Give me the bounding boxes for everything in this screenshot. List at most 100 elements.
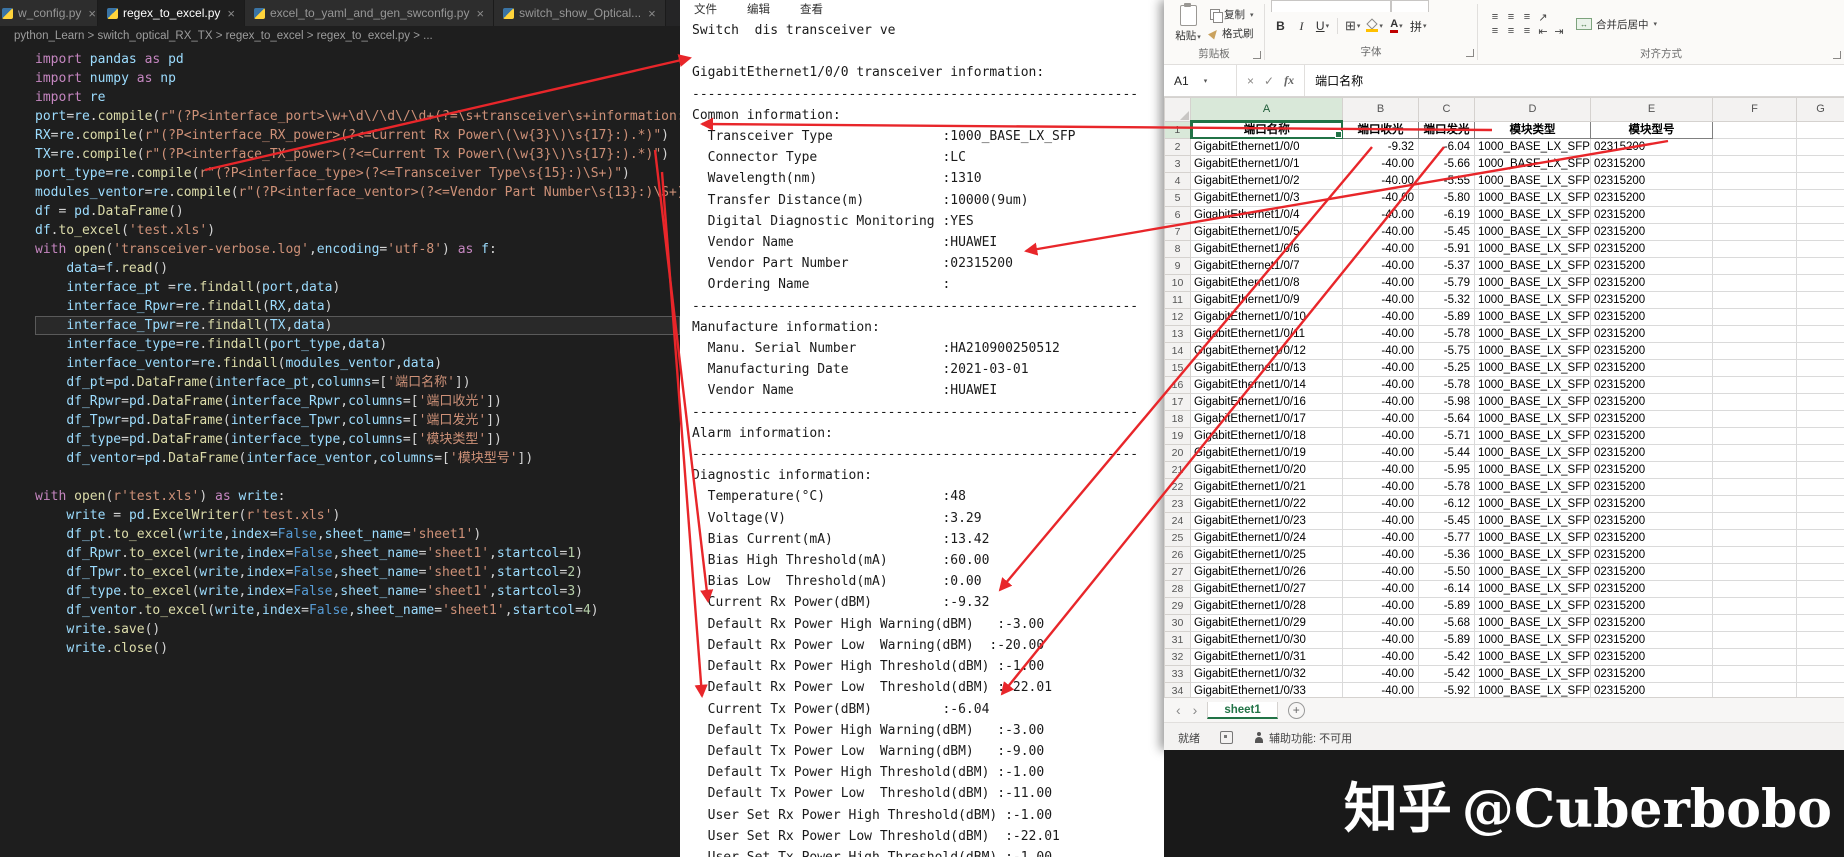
cell-tx-power[interactable]: -5.78 — [1418, 478, 1475, 496]
select-all-corner[interactable] — [1164, 97, 1191, 122]
cell-tx-power[interactable]: -6.04 — [1418, 138, 1475, 156]
cell-tx-power[interactable]: -5.92 — [1418, 682, 1475, 697]
row-header-4[interactable]: 4 — [1164, 172, 1191, 190]
cell-tx-power[interactable]: -5.71 — [1418, 427, 1475, 445]
cell-tx-power[interactable]: -5.50 — [1418, 563, 1475, 581]
cell-tx-power[interactable]: -5.95 — [1418, 461, 1475, 479]
cell-tx-power[interactable]: -5.91 — [1418, 240, 1475, 258]
add-sheet-button[interactable]: + — [1287, 701, 1305, 719]
cell-module-type[interactable]: 1000_BASE_LX_SFP — [1474, 529, 1591, 547]
insert-function-icon[interactable]: fx — [1284, 73, 1294, 88]
row-header-20[interactable]: 20 — [1164, 444, 1191, 462]
cell-tx-power[interactable]: -6.12 — [1418, 495, 1475, 513]
cell-port-name[interactable]: GigabitEthernet1/0/6 — [1190, 240, 1343, 258]
column-header-C[interactable]: C — [1418, 97, 1475, 122]
cell[interactable] — [1712, 189, 1797, 207]
cell-module-model[interactable]: 02315200 — [1590, 665, 1713, 683]
tab-close-icon[interactable]: × — [227, 6, 235, 21]
cell-module-model[interactable]: 02315200 — [1590, 529, 1713, 547]
cell[interactable] — [1796, 580, 1844, 598]
cell[interactable] — [1796, 512, 1844, 530]
cell-module-type[interactable]: 1000_BASE_LX_SFP — [1474, 274, 1591, 292]
cell-module-model[interactable]: 02315200 — [1590, 376, 1713, 394]
cell[interactable] — [1712, 155, 1797, 173]
cell-tx-power[interactable]: -5.55 — [1418, 172, 1475, 190]
cell-module-model[interactable]: 02315200 — [1590, 444, 1713, 462]
cell-tx-power[interactable]: -5.25 — [1418, 359, 1475, 377]
cell-module-type[interactable]: 1000_BASE_LX_SFP — [1474, 223, 1591, 241]
cell[interactable] — [1712, 597, 1797, 615]
cell[interactable] — [1712, 648, 1797, 666]
row-header-27[interactable]: 27 — [1164, 563, 1191, 581]
cell-rx-power[interactable]: -40.00 — [1342, 478, 1419, 496]
cell-rx-power[interactable]: -40.00 — [1342, 580, 1419, 598]
cell-tx-power[interactable]: -5.78 — [1418, 325, 1475, 343]
cell[interactable] — [1796, 665, 1844, 683]
cell-module-model[interactable]: 02315200 — [1590, 461, 1713, 479]
code-area[interactable]: import pandas as pd import numpy as np imp… — [0, 47, 680, 658]
cell-module-model[interactable]: 02315200 — [1590, 495, 1713, 513]
dialog-launcher-icon[interactable] — [1833, 51, 1841, 59]
cell-port-name[interactable]: GigabitEthernet1/0/4 — [1190, 206, 1343, 224]
cell-port-name[interactable]: GigabitEthernet1/0/19 — [1190, 444, 1343, 462]
cell-module-model[interactable]: 02315200 — [1590, 172, 1713, 190]
cell-rx-power[interactable]: -40.00 — [1342, 342, 1419, 360]
cell-port-name[interactable]: GigabitEthernet1/0/28 — [1190, 597, 1343, 615]
cell[interactable] — [1796, 529, 1844, 547]
cell-module-model[interactable]: 02315200 — [1590, 189, 1713, 207]
cell-tx-power[interactable]: -5.42 — [1418, 648, 1475, 666]
cell[interactable] — [1712, 121, 1797, 139]
cell-module-type[interactable]: 1000_BASE_LX_SFP — [1474, 410, 1591, 428]
header-cell[interactable]: 端口发光 — [1418, 120, 1475, 139]
editor-tab[interactable]: regex_to_excel.py × — [98, 0, 245, 26]
menu-item[interactable]: 编辑 — [747, 1, 770, 16]
cell[interactable] — [1712, 631, 1797, 649]
cell-module-type[interactable]: 1000_BASE_LX_SFP — [1474, 206, 1591, 224]
cell-module-type[interactable]: 1000_BASE_LX_SFP — [1474, 291, 1591, 309]
bold-button[interactable]: B — [1271, 16, 1290, 36]
cell[interactable] — [1712, 444, 1797, 462]
cell-rx-power[interactable]: -40.00 — [1342, 291, 1419, 309]
cell[interactable] — [1712, 461, 1797, 479]
cell-module-model[interactable]: 02315200 — [1590, 631, 1713, 649]
enter-icon[interactable]: ✓ — [1264, 74, 1274, 88]
paste-button[interactable]: 粘贴▾ — [1170, 3, 1206, 43]
sheet-tab-sheet1[interactable]: sheet1 — [1207, 701, 1278, 719]
cell-rx-power[interactable]: -40.00 — [1342, 665, 1419, 683]
row-header-18[interactable]: 18 — [1164, 410, 1191, 428]
row-header-31[interactable]: 31 — [1164, 631, 1191, 649]
cell[interactable] — [1796, 631, 1844, 649]
cell-rx-power[interactable]: -40.00 — [1342, 648, 1419, 666]
tab-close-icon[interactable]: × — [88, 6, 96, 21]
align-right-button[interactable]: ≡ — [1520, 25, 1534, 37]
column-header-E[interactable]: E — [1590, 97, 1713, 122]
cell[interactable] — [1796, 461, 1844, 479]
cell-module-type[interactable]: 1000_BASE_LX_SFP — [1474, 478, 1591, 496]
cell-port-name[interactable]: GigabitEthernet1/0/23 — [1190, 512, 1343, 530]
tab-close-icon[interactable]: × — [476, 6, 484, 21]
cell[interactable] — [1796, 427, 1844, 445]
tab-close-icon[interactable]: × — [648, 6, 656, 21]
cell[interactable] — [1796, 495, 1844, 513]
row-header-32[interactable]: 32 — [1164, 648, 1191, 666]
cell-port-name[interactable]: GigabitEthernet1/0/17 — [1190, 410, 1343, 428]
cell-module-type[interactable]: 1000_BASE_LX_SFP — [1474, 427, 1591, 445]
format-painter-button[interactable]: 格式刷 — [1208, 24, 1254, 43]
cell-tx-power[interactable]: -5.68 — [1418, 614, 1475, 632]
cell-port-name[interactable]: GigabitEthernet1/0/22 — [1190, 495, 1343, 513]
row-header-13[interactable]: 13 — [1164, 325, 1191, 343]
cell-module-type[interactable]: 1000_BASE_LX_SFP — [1474, 376, 1591, 394]
row-header-34[interactable]: 34 — [1164, 682, 1191, 697]
row-header-21[interactable]: 21 — [1164, 461, 1191, 479]
cell[interactable] — [1712, 580, 1797, 598]
header-cell[interactable]: 端口收光 — [1342, 120, 1419, 139]
row-header-28[interactable]: 28 — [1164, 580, 1191, 598]
row-header-16[interactable]: 16 — [1164, 376, 1191, 394]
cell[interactable] — [1796, 274, 1844, 292]
cell-port-name[interactable]: GigabitEthernet1/0/12 — [1190, 342, 1343, 360]
cell-module-type[interactable]: 1000_BASE_LX_SFP — [1474, 257, 1591, 275]
font-name-combo[interactable] — [1271, 0, 1391, 12]
cell[interactable] — [1796, 682, 1844, 697]
cell[interactable] — [1712, 410, 1797, 428]
cell-rx-power[interactable]: -40.00 — [1342, 189, 1419, 207]
